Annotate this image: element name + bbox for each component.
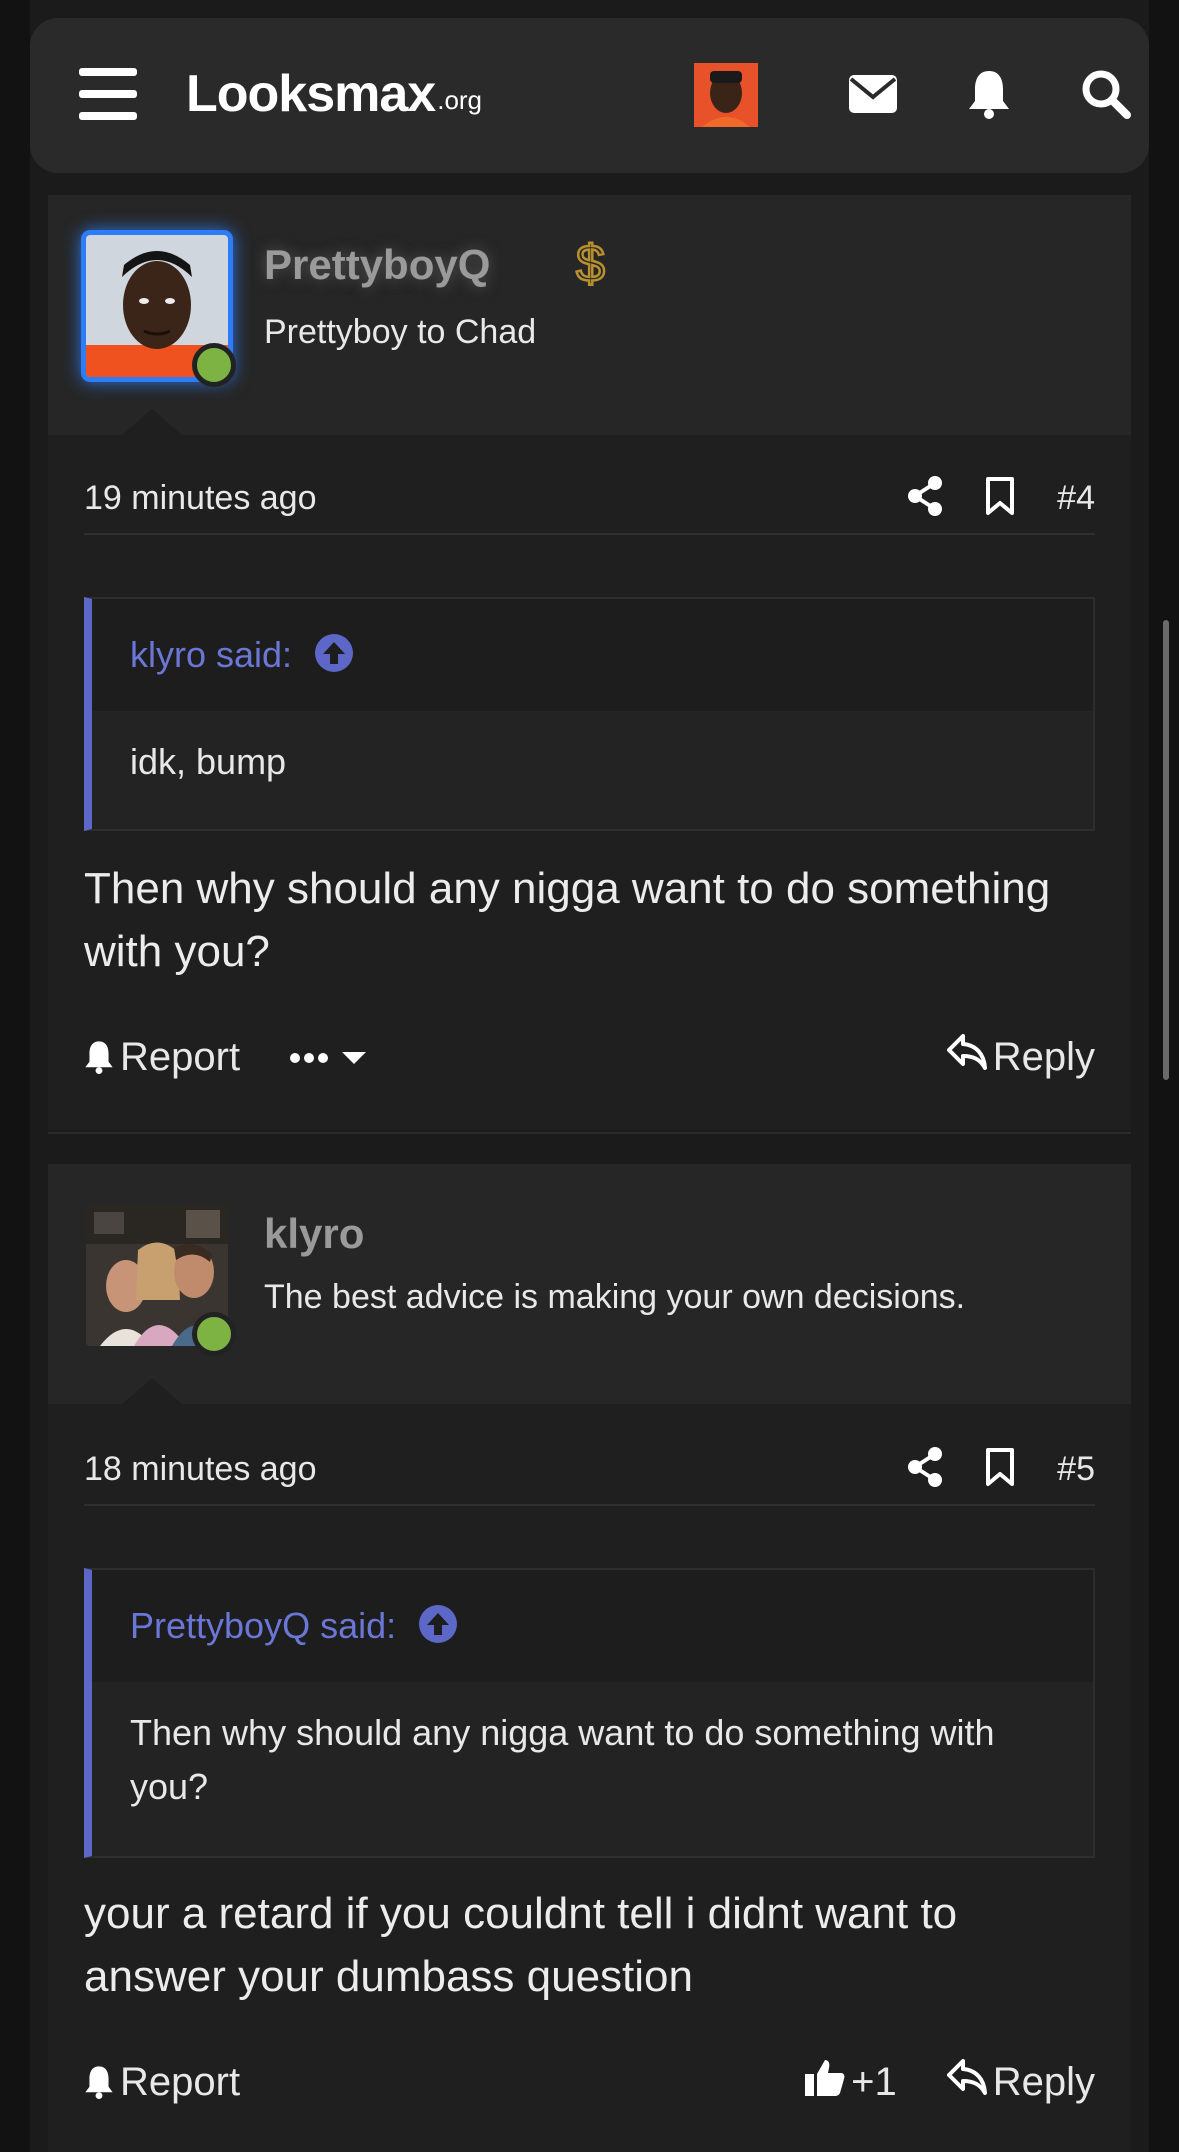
envelope-icon[interactable] xyxy=(848,66,898,122)
reply-label: Reply xyxy=(992,1034,1095,1079)
post-meta-row: 19 minutes ago #4 xyxy=(84,463,1095,535)
search-icon[interactable] xyxy=(1078,64,1134,124)
bookmark-icon[interactable] xyxy=(985,476,1015,521)
reply-button[interactable]: Reply xyxy=(946,2059,1095,2105)
report-label: Report xyxy=(120,2059,241,2104)
quote-header: PrettyboyQ said: xyxy=(92,1570,1093,1682)
thumbs-up-icon xyxy=(803,2056,845,2108)
author-caret xyxy=(120,1378,184,1406)
arrow-up-circle-icon[interactable] xyxy=(418,1604,458,1649)
quote-header: klyro said: xyxy=(92,599,1093,711)
report-button[interactable]: Report xyxy=(84,1035,240,1080)
dollar-badge-icon: $ xyxy=(572,234,612,296)
post-number-link[interactable]: #4 xyxy=(1057,479,1095,518)
user-avatar[interactable] xyxy=(86,1204,236,1356)
quote-author-link[interactable]: klyro said: xyxy=(130,634,292,676)
post-4: PrettyboyQ $ Prettyboy to Chad 19 minute… xyxy=(48,195,1131,1130)
more-icon xyxy=(290,1035,368,1080)
like-count: +1 xyxy=(851,2059,897,2104)
reply-label: Reply xyxy=(992,2059,1095,2104)
quote-text: Then why should any nigga want to do som… xyxy=(130,1712,995,1807)
post-timestamp[interactable]: 19 minutes ago xyxy=(84,479,907,518)
post-5: klyro The best advice is making your own… xyxy=(48,1164,1131,2152)
logo-sub-text: .org xyxy=(437,85,483,115)
bookmark-icon[interactable] xyxy=(985,1447,1015,1492)
reply-icon xyxy=(946,1034,987,1080)
post-message: your a retard if you couldnt tell i didn… xyxy=(84,1889,958,2001)
post-divider xyxy=(48,1132,1131,1134)
reply-icon xyxy=(946,2059,987,2105)
post-number-link[interactable]: #5 xyxy=(1057,1450,1095,1489)
quote-block: PrettyboyQ said: Then why should any nig… xyxy=(84,1568,1095,1858)
menu-icon[interactable] xyxy=(78,68,138,120)
quote-block: klyro said: idk, bump xyxy=(84,597,1095,831)
share-icon[interactable] xyxy=(907,475,943,521)
post-username[interactable]: PrettyboyQ xyxy=(264,241,490,289)
user-title: Prettyboy to Chad xyxy=(264,313,537,351)
svg-text:$: $ xyxy=(576,235,605,291)
post-author-bar: PrettyboyQ $ Prettyboy to Chad xyxy=(48,195,1131,435)
more-options-button[interactable] xyxy=(290,1035,368,1080)
post-author-bar: klyro The best advice is making your own… xyxy=(48,1164,1131,1404)
logo-main-text: Looksmax xyxy=(186,65,436,123)
arrow-up-circle-icon[interactable] xyxy=(314,633,354,678)
post-message: Then why should any nigga want to do som… xyxy=(84,864,1051,976)
quote-author-link[interactable]: PrettyboyQ said: xyxy=(130,1605,396,1647)
scrollbar[interactable] xyxy=(1163,620,1169,1080)
bell-icon[interactable] xyxy=(964,64,1014,124)
online-status-indicator xyxy=(192,1312,236,1356)
post-actions: Report +1 Reply xyxy=(84,2052,1095,2112)
share-icon[interactable] xyxy=(907,1446,943,1492)
like-button[interactable]: +1 xyxy=(803,2056,897,2108)
user-avatar[interactable] xyxy=(86,235,236,387)
post-meta-row: 18 minutes ago #5 xyxy=(84,1434,1095,1506)
post-username[interactable]: klyro xyxy=(264,1210,364,1258)
online-status-indicator xyxy=(192,343,236,387)
site-logo[interactable]: Looksmax .org xyxy=(186,64,482,124)
author-caret xyxy=(120,409,184,437)
top-navbar: Looksmax .org xyxy=(30,18,1149,173)
user-title: The best advice is making your own decis… xyxy=(264,1278,966,1316)
report-button[interactable]: Report xyxy=(84,2060,240,2105)
quote-text: idk, bump xyxy=(130,741,287,782)
report-label: Report xyxy=(120,1034,241,1079)
post-timestamp[interactable]: 18 minutes ago xyxy=(84,1450,907,1489)
post-actions: Report Reply xyxy=(84,1027,1095,1087)
reply-button[interactable]: Reply xyxy=(946,1034,1095,1080)
account-avatar[interactable] xyxy=(694,63,758,127)
